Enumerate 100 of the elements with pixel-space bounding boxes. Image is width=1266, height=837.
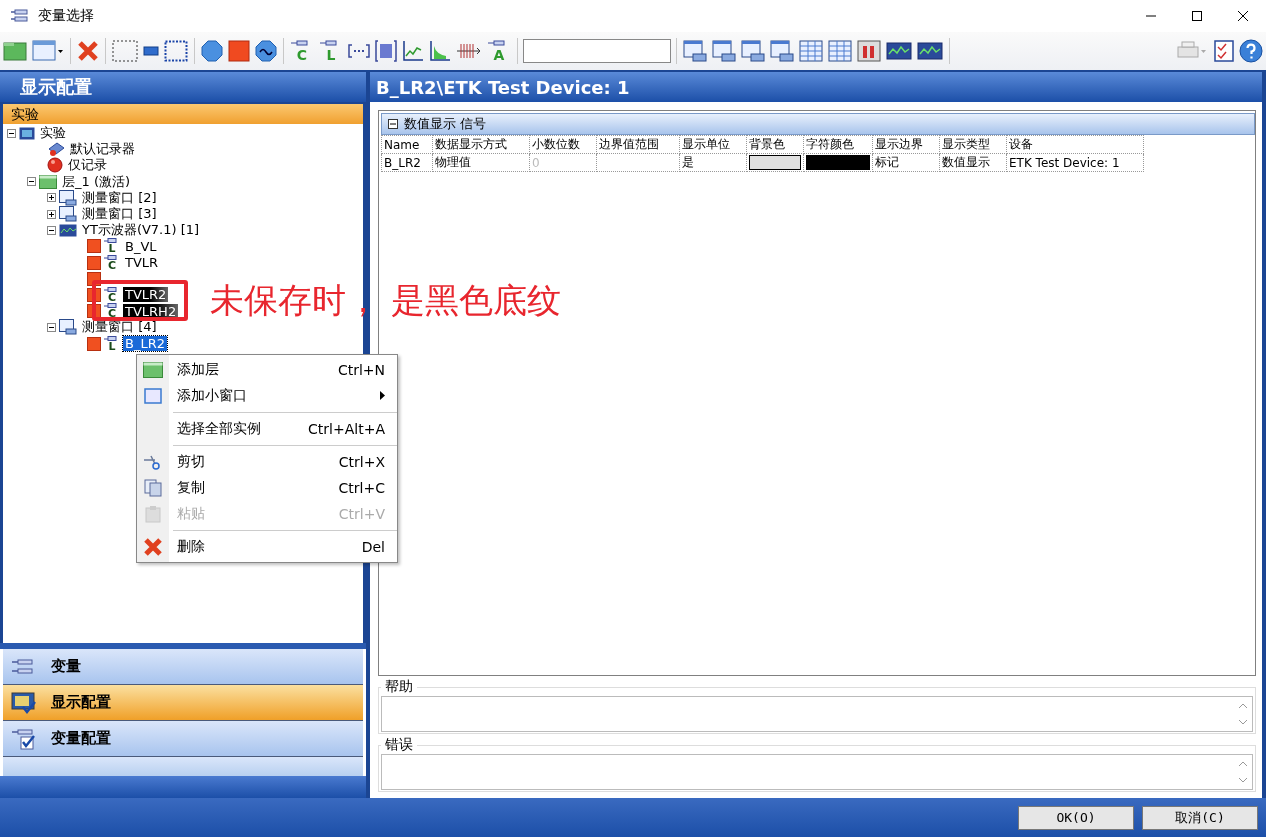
variables-icon (10, 9, 30, 23)
menu-item[interactable]: 复制 Ctrl+C (137, 474, 397, 501)
expander-icon[interactable] (47, 225, 56, 235)
folder-icon (3, 41, 27, 61)
nav-button[interactable]: 变量 (3, 649, 363, 685)
table-icon (799, 40, 823, 62)
variable-check-icon (11, 726, 37, 751)
tree-item[interactable]: B_LR2 (123, 336, 167, 352)
cancel-button[interactable]: 取消(C) (1142, 805, 1258, 830)
window-title: 变量选择 (38, 7, 94, 25)
square-icon (228, 40, 250, 62)
tree-item[interactable]: 仅记录 (66, 156, 109, 175)
layer-icon (143, 361, 163, 378)
expander-icon[interactable] (47, 209, 56, 219)
scroll-up-icon[interactable] (1239, 761, 1247, 766)
annotation-text: 未保存时， 是黑色底纹 (210, 279, 561, 322)
dotted-rectangle-icon (164, 40, 188, 62)
column-header: 边界值范围 (596, 135, 680, 154)
menu-item[interactable]: 选择全部实例 Ctrl+Alt+A (137, 415, 397, 442)
splitter-handle[interactable] (0, 643, 366, 649)
color-swatch[interactable] (806, 155, 870, 170)
column-header: 设备 (1006, 135, 1144, 154)
square-icon (87, 239, 101, 254)
checklist-icon (1214, 40, 1234, 62)
column-header: Name (381, 135, 433, 154)
column-header: 字符颜色 (803, 135, 873, 154)
maximize-icon (1192, 11, 1202, 21)
nav-button[interactable]: 显示配置 (3, 685, 363, 721)
expander-icon[interactable] (7, 128, 16, 138)
scroll-down-icon[interactable] (1239, 778, 1247, 783)
tree-item[interactable]: 测量窗口 [2] (80, 188, 159, 207)
group-label: 错误 (384, 736, 414, 754)
oscilloscope-icon (59, 223, 77, 237)
column-header: 小数位数 (529, 135, 597, 154)
tree-item[interactable]: 实验 (38, 124, 68, 143)
toolbar-button[interactable] (1238, 36, 1264, 66)
panel-header: B_LR2\ETK Test Device: 1 (370, 70, 1262, 102)
window-icon (683, 40, 707, 62)
scroll-down-icon[interactable] (1239, 720, 1247, 725)
panel-header: 显示配置 (0, 70, 366, 102)
line-chart-icon (402, 40, 424, 62)
square-icon (87, 336, 101, 351)
record-icon (47, 157, 63, 174)
dotted-rectangle-icon (112, 40, 138, 62)
window-icon (144, 387, 162, 404)
window-icon (32, 40, 64, 62)
menu-item[interactable]: 剪切 Ctrl+X (137, 448, 397, 475)
close-icon (1238, 11, 1248, 21)
layer-icon (39, 174, 57, 189)
area-chart-icon (429, 40, 451, 62)
column-header: 显示类型 (939, 135, 1007, 154)
copy-icon (144, 478, 162, 497)
column-header: 显示单位 (679, 135, 747, 154)
bars-icon (857, 40, 881, 62)
oscilloscope-icon (917, 42, 943, 60)
group-header[interactable]: 数值显示 信号 (381, 113, 1255, 135)
delete-icon (143, 536, 163, 557)
nav-button[interactable]: 变量配置 (3, 721, 363, 757)
tree-item[interactable]: TVLR2 (123, 287, 169, 303)
table-cell: 0 (529, 153, 597, 172)
expander-icon[interactable] (47, 193, 56, 203)
table-cell: 是 (679, 153, 747, 172)
tree-item[interactable]: 层_1 (激活) (60, 172, 133, 191)
comb-arrow-icon (456, 42, 482, 60)
menu-item[interactable]: 添加层 Ctrl+N (137, 356, 397, 383)
table-cell: B_LR2 (381, 153, 433, 172)
bracket-icon (348, 44, 370, 58)
square-icon (87, 255, 101, 270)
table-cell: ETK Test Device: 1 (1006, 153, 1144, 172)
ok-button[interactable]: OK(O) (1018, 805, 1134, 830)
search-field[interactable] (523, 39, 671, 63)
help-icon (1239, 39, 1263, 63)
tree-item[interactable]: 测量窗口 [4] (80, 318, 159, 337)
expander-icon[interactable] (27, 177, 36, 187)
display-check-icon (11, 690, 37, 715)
rectangle-icon (143, 46, 159, 56)
grid-icon (375, 40, 397, 62)
group-label: 帮助 (384, 678, 414, 696)
delete-icon (77, 40, 99, 62)
scroll-up-icon[interactable] (1239, 703, 1247, 708)
column-header: 显示边界 (872, 135, 940, 154)
color-swatch[interactable] (749, 155, 801, 170)
wave-icon (255, 40, 277, 62)
window-icon (770, 40, 794, 62)
menu-item[interactable]: 添加小窗口 (137, 382, 397, 409)
window-icon (59, 189, 77, 206)
section-header: 实验 (3, 104, 363, 124)
tree-item[interactable]: 测量窗口 [3] (80, 205, 159, 224)
table-cell: 数值显示 (939, 153, 1007, 172)
column-header: 背景色 (746, 135, 804, 154)
tree-item[interactable]: 默认记录器 (68, 140, 137, 159)
tree-item[interactable]: YT示波器(V7.1) [1] (80, 221, 202, 240)
tree-item[interactable]: B_VL (123, 238, 159, 254)
clipboard-icon (145, 504, 161, 523)
monitor-icon (19, 126, 35, 140)
menu-item[interactable]: 删除 Del (137, 533, 397, 560)
collapse-icon (388, 119, 398, 129)
oscilloscope-icon (886, 42, 912, 60)
tree-item[interactable]: TVLR (123, 255, 161, 271)
expander-icon[interactable] (47, 322, 56, 332)
